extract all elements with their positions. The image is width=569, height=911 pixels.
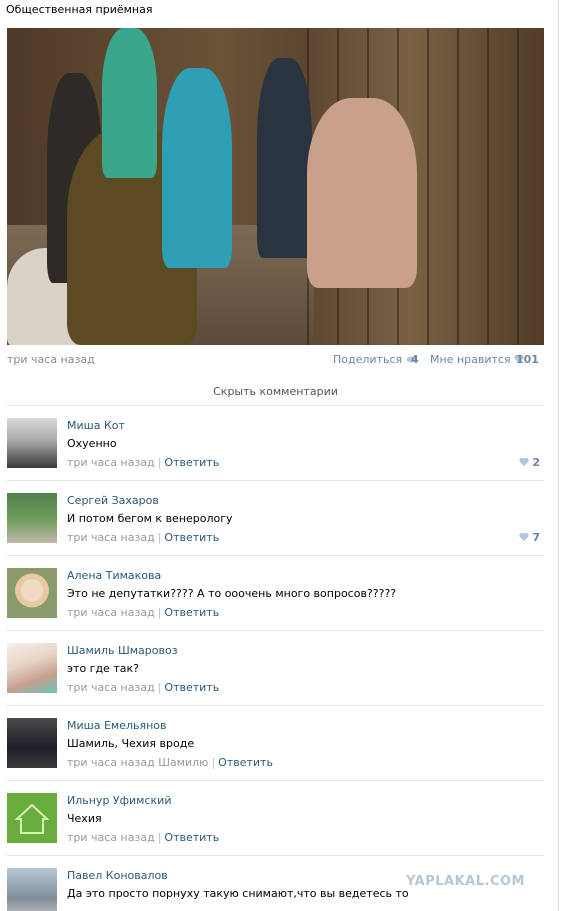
reply-link[interactable]: Ответить (164, 531, 219, 544)
comment-text: Охуенно (67, 437, 117, 450)
reply-link[interactable]: Ответить (218, 756, 273, 769)
comment-footer: три часа назад Шамилю | Ответить (67, 756, 273, 769)
avatar[interactable] (7, 718, 57, 768)
comment-author[interactable]: Миша Емельянов (67, 719, 167, 732)
comment-item: Миша Кот Охуенно три часа назад | Ответить… (7, 406, 544, 481)
share-button[interactable]: Поделиться (333, 353, 418, 366)
photo-plank (457, 28, 459, 345)
like-count: 101 (516, 353, 539, 366)
heart-icon (519, 533, 529, 542)
comment-time[interactable]: три часа назад (67, 531, 155, 544)
heart-icon (519, 458, 529, 467)
separator: | (157, 456, 162, 469)
post-time[interactable]: три часа назад (7, 353, 95, 366)
comment-author[interactable]: Ильнур Уфимский (67, 794, 171, 807)
house-icon (14, 803, 50, 834)
share-count: 4 (411, 353, 419, 366)
avatar[interactable] (7, 568, 57, 618)
comment-item: Шамиль Шмаровоз это где так? три часа на… (7, 631, 544, 706)
comment-like-count: 7 (532, 531, 540, 544)
avatar[interactable] (7, 868, 57, 911)
comment-text: Чехия (67, 812, 102, 825)
comment-text: И потом бегом к венерологу (67, 512, 233, 525)
comment-author[interactable]: Алена Тимакова (67, 569, 161, 582)
comment-author[interactable]: Шамиль Шмаровоз (67, 644, 178, 657)
hide-comments-link[interactable]: Скрыть комментарии (7, 378, 544, 406)
post-photo[interactable] (7, 28, 544, 345)
comment-footer: три часа назад | Ответить (67, 681, 219, 694)
photo-plank (517, 28, 519, 345)
comment-text: Это не депутатки???? А то ооочень много … (67, 587, 397, 600)
separator: | (211, 756, 216, 769)
comment-item: Миша Емельянов Шамиль, Чехия вроде три ч… (7, 706, 544, 781)
comment-item: Сергей Захаров И потом бегом к венеролог… (7, 481, 544, 556)
photo-plank (487, 28, 489, 345)
comment-like-count: 2 (532, 456, 540, 469)
post-title: Общественная приёмная (6, 3, 153, 16)
comment-author[interactable]: Сергей Захаров (67, 494, 159, 507)
page-edge-rule (558, 0, 559, 911)
comment-time[interactable]: три часа назад (67, 756, 155, 769)
reply-link[interactable]: Ответить (164, 681, 219, 694)
photo-figure (307, 98, 417, 288)
avatar[interactable] (7, 493, 57, 543)
comment-author[interactable]: Миша Кот (67, 419, 125, 432)
reply-link[interactable]: Ответить (164, 831, 219, 844)
comment-time[interactable]: три часа назад (67, 681, 155, 694)
comment-author[interactable]: Павел Коновалов (67, 869, 168, 882)
separator: | (157, 531, 162, 544)
reply-to-mention[interactable]: Шамилю (158, 756, 208, 769)
separator: | (157, 831, 162, 844)
comment-like-button[interactable]: 7 (519, 531, 540, 544)
comment-text: Шамиль, Чехия вроде (67, 737, 195, 750)
comment-like-button[interactable]: 2 (519, 456, 540, 469)
avatar[interactable] (7, 793, 57, 843)
comment-item: Алена Тимакова Это не депутатки???? А то… (7, 556, 544, 631)
avatar[interactable] (7, 643, 57, 693)
comment-time[interactable]: три часа назад (67, 831, 155, 844)
share-label: Поделиться (333, 353, 403, 366)
separator: | (157, 606, 162, 619)
photo-figure (102, 28, 157, 178)
reply-link[interactable]: Ответить (164, 456, 219, 469)
comment-footer: три часа назад | Ответить (67, 531, 219, 544)
comment-time[interactable]: три часа назад (67, 606, 155, 619)
comment-text: Да это просто порнуху такую снимают,что … (67, 887, 409, 900)
reply-link[interactable]: Ответить (164, 606, 219, 619)
like-button[interactable]: Мне нравится (430, 353, 524, 366)
watermark-logo: YAPLAKAL.COM (406, 874, 525, 889)
post-meta: три часа назад Поделиться 4 Мне нравится… (7, 353, 544, 367)
photo-figure (162, 68, 232, 268)
avatar[interactable] (7, 418, 57, 468)
comment-text: это где так? (67, 662, 139, 675)
comment-item: Ильнур Уфимский Чехия три часа назад | Отв… (7, 781, 544, 856)
comment-time[interactable]: три часа назад (67, 456, 155, 469)
photo-figure (257, 58, 312, 258)
separator: | (157, 681, 162, 694)
photo-plank (427, 28, 429, 345)
comment-footer: три часа назад | Ответить (67, 831, 219, 844)
comment-footer: три часа назад | Ответить (67, 606, 219, 619)
like-label: Мне нравится (430, 353, 511, 366)
comment-footer: три часа назад | Ответить (67, 456, 219, 469)
